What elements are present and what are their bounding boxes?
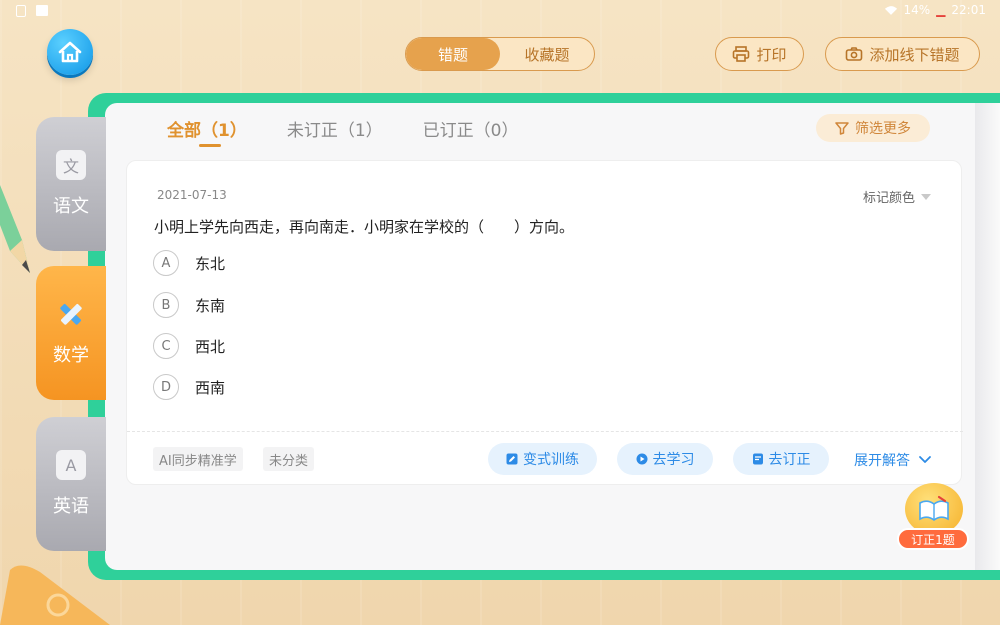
- mark-color-label: 标记颜色: [862, 191, 915, 206]
- go-correct-label: 去订正: [768, 452, 811, 468]
- add-offline-mistake-button[interactable]: 添加线下错题: [825, 37, 980, 71]
- print-label: 打印: [756, 45, 787, 64]
- go-learn-button[interactable]: 去学习: [617, 443, 713, 475]
- expand-answer-link[interactable]: 展开解答: [854, 450, 932, 470]
- home-button[interactable]: [47, 29, 93, 75]
- filter-more-label: 筛选更多: [855, 121, 911, 137]
- badge-label: 订正1题: [897, 528, 969, 550]
- subject-label-english: 英语: [53, 496, 89, 517]
- option-a[interactable]: A 东北: [153, 250, 225, 276]
- book-a-icon: A: [56, 450, 86, 480]
- document-icon: [752, 453, 763, 465]
- question-card: 2021-07-13 标记颜色 小明上学先向西走，再向南走．小明家在学校的（ ）…: [126, 160, 963, 485]
- wifi-icon: [884, 5, 897, 15]
- option-letter: D: [153, 374, 179, 400]
- tag-ai-learning: AI同步精准学: [153, 447, 243, 471]
- option-text: 东南: [195, 296, 226, 315]
- subject-tab-english[interactable]: A 英语: [36, 417, 106, 551]
- image-icon: [36, 5, 48, 16]
- question-text: 小明上学先向西走，再向南走．小明家在学校的（ ）方向。: [154, 218, 575, 236]
- filter-tab-all[interactable]: 全部（1）: [167, 116, 247, 147]
- open-book-icon: [919, 495, 949, 521]
- chevron-down-icon: [921, 193, 931, 200]
- tag-uncategorized: 未分类: [263, 447, 315, 471]
- option-b[interactable]: B 东南: [153, 292, 225, 318]
- option-text: 西南: [195, 378, 226, 397]
- filter-tab-uncorrected[interactable]: 未订正（1）: [287, 116, 383, 141]
- subject-tab-chinese[interactable]: 文 语文: [36, 117, 106, 251]
- filter-icon: [835, 122, 849, 135]
- print-button[interactable]: 打印: [715, 37, 804, 71]
- card-divider: [127, 431, 963, 432]
- status-left: [16, 5, 48, 17]
- offline-label: 添加线下错题: [869, 45, 960, 64]
- subject-label-math: 数学: [53, 345, 89, 366]
- option-text: 西北: [195, 337, 226, 356]
- battery-percent: 14%: [903, 3, 931, 17]
- panel-right-edge: [975, 103, 1000, 570]
- sim-icon: [16, 5, 26, 17]
- option-c[interactable]: C 西北: [153, 333, 225, 359]
- filter-more-button[interactable]: 筛选更多: [816, 114, 930, 142]
- variant-training-button[interactable]: 变式训练: [488, 443, 597, 475]
- camera-icon: [846, 47, 863, 61]
- option-letter: A: [153, 250, 179, 276]
- correct-count-badge[interactable]: 订正1题: [897, 483, 971, 551]
- option-letter: B: [153, 292, 179, 318]
- subject-label-chinese: 语文: [53, 196, 89, 217]
- expand-answer-label: 展开解答: [854, 453, 910, 469]
- tab-favorites[interactable]: 收藏题: [500, 38, 594, 70]
- option-letter: C: [153, 333, 179, 359]
- clock-time: 22:01: [951, 3, 986, 17]
- go-learn-label: 去学习: [652, 452, 695, 468]
- option-text: 东北: [195, 254, 226, 273]
- mark-color-dropdown[interactable]: 标记颜色: [863, 187, 931, 206]
- battery-icon: ▁: [936, 3, 946, 17]
- play-icon: [636, 453, 647, 465]
- status-bar: 14% ▁ 22:01: [0, 0, 1000, 24]
- variant-training-label: 变式训练: [523, 452, 579, 468]
- chevron-down-icon: [919, 456, 931, 463]
- subject-tab-math[interactable]: 数学: [36, 266, 106, 400]
- mode-tabs: 错题 收藏题: [405, 37, 595, 71]
- status-filter-tabs: 全部（1） 未订正（1） 已订正（0）: [167, 116, 519, 147]
- status-right: 14% ▁ 22:01: [884, 3, 986, 17]
- pencil-decoration: [0, 185, 30, 273]
- book-wen-icon: 文: [56, 150, 86, 180]
- go-correct-button[interactable]: 去订正: [733, 443, 829, 475]
- tab-mistakes[interactable]: 错题: [406, 38, 500, 70]
- option-d[interactable]: D 西南: [153, 374, 225, 400]
- filter-tab-corrected[interactable]: 已订正（0）: [423, 116, 519, 141]
- question-date: 2021-07-13: [157, 188, 227, 202]
- home-icon: [58, 41, 82, 63]
- edit-icon: [506, 453, 518, 465]
- ruler-pencil-icon: [60, 304, 82, 325]
- printer-icon: [733, 46, 750, 62]
